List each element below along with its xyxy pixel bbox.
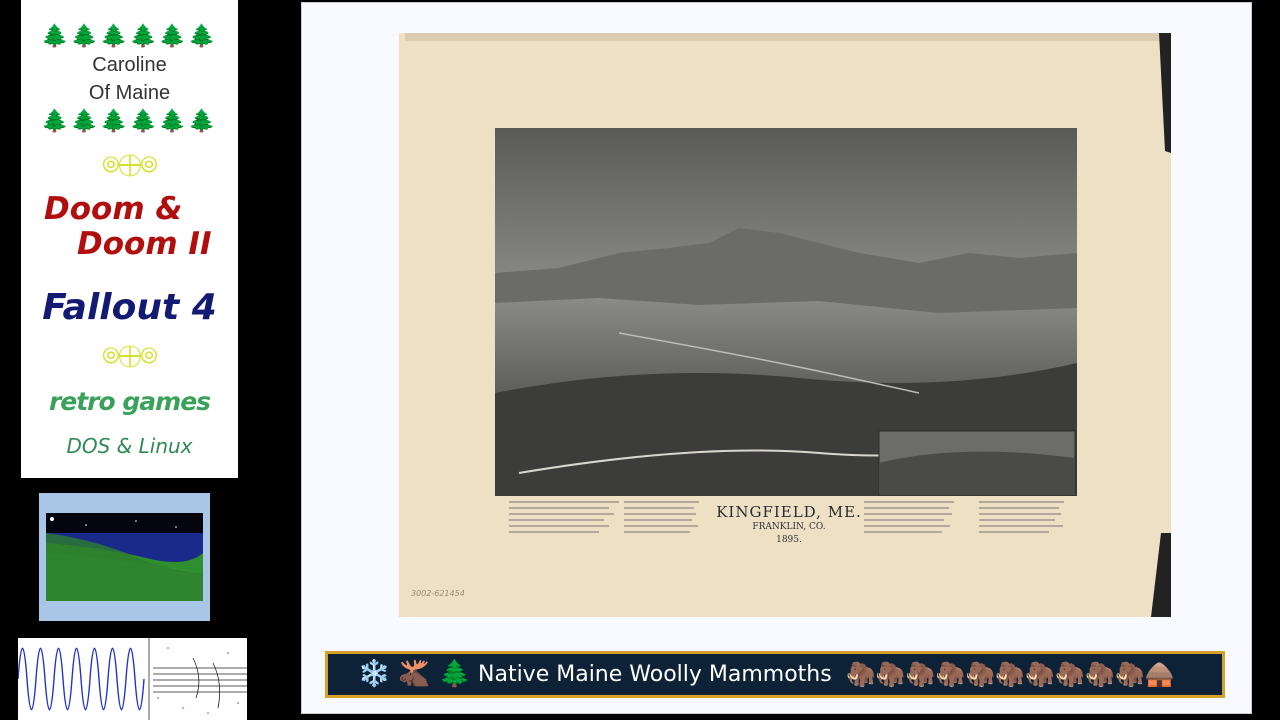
map-title: KINGFIELD, ME. [716, 503, 862, 521]
ticker-banner: ❄️🫎🌲 Native Maine Woolly Mammoths 🦣🦣🦣🦣🦣🦣… [325, 651, 1225, 698]
banner-text: Native Maine Woolly Mammoths [478, 662, 832, 687]
mammoth-icons: 🦣🦣🦣🦣🦣🦣🦣🦣🦣🦣🛖 [846, 661, 1175, 688]
map-archive-id: 3002-621454 [411, 589, 465, 598]
channel-sidebar: 🌲🌲🌲🌲🌲🌲 Caroline Of Maine 🌲🌲🌲🌲🌲🌲 ⦾⨁⦾ Doom… [21, 0, 238, 478]
audio-waveform-visualizer [18, 638, 247, 720]
rings-divider-icon: ⦾⨁⦾ [102, 152, 158, 177]
night-hills-image [46, 513, 203, 601]
rings-divider-icon: ⦾⨁⦾ [102, 343, 158, 368]
snowflake-moose-tree-icons: ❄️🫎🌲 [358, 658, 480, 688]
retro-games-title: retro games [48, 387, 211, 416]
main-display-panel: KINGFIELD, ME. FRANKLIN, CO. 1895. 3002-… [301, 2, 1252, 714]
game-thumbnail [39, 493, 210, 621]
channel-name-line2: Of Maine [88, 82, 171, 104]
pine-trees-icon-row: 🌲🌲🌲🌲🌲🌲 [41, 23, 218, 48]
map-subtitle: FRANKLIN, CO. [752, 522, 826, 532]
fallout-title: Fallout 4 [42, 287, 217, 328]
doom-title-line1: Doom & [44, 191, 183, 227]
dos-linux-label: DOS & Linux [66, 434, 193, 458]
map-year: 1895. [776, 535, 802, 545]
historical-map-image: KINGFIELD, ME. FRANKLIN, CO. 1895. 3002-… [399, 33, 1171, 617]
pine-trees-icon-row: 🌲🌲🌲🌲🌲🌲 [41, 108, 218, 133]
channel-name-line1: Caroline [92, 54, 167, 76]
doom-title-line2: Doom II [77, 226, 212, 262]
